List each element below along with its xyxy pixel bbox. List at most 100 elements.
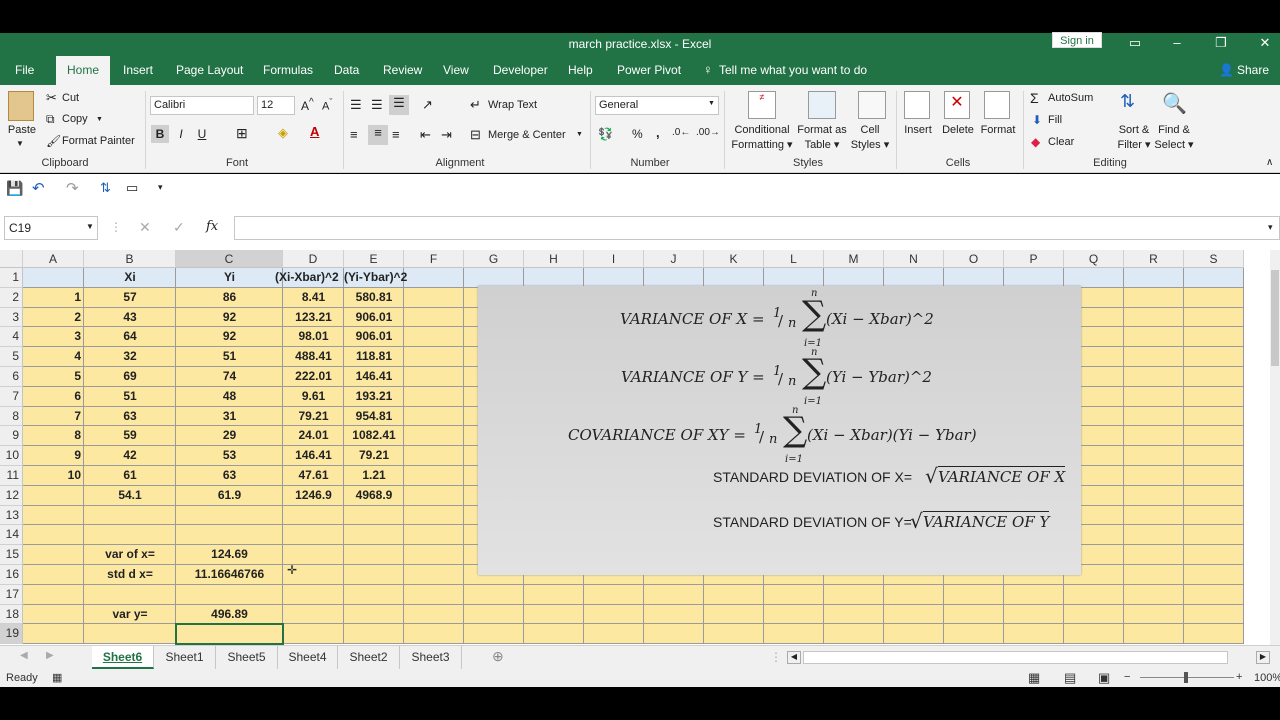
row-header[interactable]: 7 — [0, 386, 23, 407]
normal-view-icon[interactable]: ▦ — [1028, 670, 1040, 686]
tab-review[interactable]: Review — [376, 56, 429, 85]
cell[interactable] — [404, 327, 464, 348]
cell[interactable] — [23, 485, 84, 506]
cell-xi[interactable]: 59 — [84, 426, 176, 446]
increase-decimal-icon[interactable]: .0← — [672, 127, 690, 138]
cell-xi-dev-sq[interactable]: 222.01 — [283, 367, 344, 387]
copy-button[interactable]: Copy — [62, 113, 88, 125]
cell[interactable] — [1184, 505, 1244, 526]
cell[interactable] — [1124, 268, 1184, 288]
merge-dropdown-icon[interactable]: ▼ — [576, 131, 583, 138]
column-header[interactable]: G — [464, 250, 524, 268]
cell[interactable] — [404, 525, 464, 546]
cell[interactable] — [1184, 327, 1244, 348]
cell[interactable] — [344, 584, 404, 605]
cell[interactable] — [1124, 604, 1184, 625]
cell[interactable] — [1124, 287, 1184, 308]
cell[interactable] — [84, 584, 176, 605]
tab-file[interactable]: File — [8, 56, 41, 85]
cell[interactable] — [344, 565, 404, 585]
cell-yi-dev-sq[interactable]: 906.01 — [344, 308, 404, 328]
insert-cells-button[interactable]: Insert — [900, 123, 936, 138]
selected-cell[interactable] — [175, 623, 284, 645]
cell[interactable] — [404, 466, 464, 486]
cell[interactable] — [824, 584, 884, 605]
cell[interactable] — [944, 584, 1004, 605]
cell-yi-dev-sq[interactable]: 118.81 — [344, 347, 404, 367]
cell[interactable] — [404, 604, 464, 625]
cell-index[interactable]: 9 — [23, 446, 84, 466]
cell-yi-dev-sq[interactable]: 79.21 — [344, 446, 404, 466]
orientation-icon[interactable]: ↗ — [422, 97, 433, 113]
cell[interactable] — [1184, 268, 1244, 288]
cell-styles-button[interactable]: Cell Styles ▾ — [850, 123, 890, 153]
cell-yi[interactable]: 29 — [176, 426, 283, 446]
format-painter-icon[interactable]: 🖌 — [46, 134, 61, 148]
cell-xi-dev-sq[interactable]: 488.41 — [283, 347, 344, 367]
cell[interactable] — [344, 604, 404, 625]
cell[interactable] — [84, 505, 176, 526]
cell-index[interactable]: 2 — [23, 308, 84, 328]
format-painter-button[interactable]: Format Painter — [62, 135, 135, 147]
sheet-tab-sheet4[interactable]: Sheet4 — [278, 646, 338, 669]
cell-xi[interactable]: 42 — [84, 446, 176, 466]
cell[interactable] — [176, 525, 283, 546]
page-break-view-icon[interactable]: ▣ — [1098, 670, 1110, 686]
cell[interactable] — [1004, 584, 1064, 605]
cell[interactable] — [404, 565, 464, 585]
scroll-right-icon[interactable]: ▶ — [1256, 651, 1270, 664]
page-layout-view-icon[interactable]: ▤ — [1064, 670, 1076, 686]
cell-index[interactable]: 1 — [23, 288, 84, 308]
cell[interactable] — [1064, 604, 1124, 625]
cell[interactable] — [524, 604, 584, 625]
insert-cells-icon[interactable] — [904, 91, 930, 119]
vertical-scrollbar[interactable] — [1270, 250, 1280, 645]
tab-split-icon[interactable]: ⋮ — [770, 650, 782, 664]
align-bottom-icon[interactable]: ☰ — [389, 95, 409, 115]
copy-icon[interactable]: ⧉ — [46, 112, 55, 127]
sheet-next-icon[interactable]: ▶ — [46, 650, 54, 661]
cell[interactable] — [1184, 446, 1244, 466]
cell[interactable] — [524, 624, 584, 645]
tab-home[interactable]: Home — [56, 56, 110, 85]
cell[interactable] — [644, 584, 704, 605]
decrease-indent-icon[interactable]: ⇤ — [420, 127, 431, 143]
tab-insert[interactable]: Insert — [116, 56, 160, 85]
sign-in-button[interactable]: Sign in — [1052, 32, 1102, 48]
header-xi[interactable]: Xi — [84, 268, 176, 288]
cell[interactable] — [1124, 624, 1184, 645]
cell-xi[interactable]: 69 — [84, 367, 176, 387]
format-cells-button[interactable]: Format — [978, 123, 1018, 138]
cell[interactable] — [404, 347, 464, 367]
cell-yi[interactable]: 92 — [176, 327, 283, 347]
header-yi[interactable]: Yi — [176, 268, 283, 288]
cell[interactable] — [524, 584, 584, 605]
cell-yi[interactable]: 74 — [176, 367, 283, 387]
cell[interactable] — [404, 624, 464, 645]
header-yi-ybar-sq[interactable]: (Yi-Ybar)^2 — [344, 268, 407, 288]
cell[interactable] — [1184, 347, 1244, 367]
align-right-icon[interactable]: ≡ — [392, 127, 400, 142]
insert-function-icon[interactable]: fx — [206, 219, 218, 234]
cell-xi[interactable]: 63 — [84, 407, 176, 427]
row-header[interactable]: 19 — [0, 624, 23, 645]
cell-styles-icon[interactable] — [858, 91, 886, 119]
cell[interactable] — [1184, 307, 1244, 328]
expand-formula-icon[interactable]: ▾ — [1268, 222, 1273, 233]
accounting-format-icon[interactable]: 💱 — [598, 127, 613, 141]
zoom-level[interactable]: 100% — [1254, 672, 1280, 684]
sheet-tab-sheet2[interactable]: Sheet2 — [338, 646, 400, 669]
cell[interactable] — [464, 584, 524, 605]
row-header[interactable]: 18 — [0, 604, 23, 625]
tab-developer[interactable]: Developer — [486, 56, 555, 85]
vertical-scroll-thumb[interactable] — [1271, 270, 1279, 366]
row-header[interactable]: 14 — [0, 525, 23, 546]
cell-xi-dev-sq[interactable]: 146.41 — [283, 446, 344, 466]
form-icon[interactable]: ▭ — [126, 180, 138, 196]
column-header[interactable]: H — [524, 250, 584, 268]
cell-yi-dev-sq[interactable]: 193.21 — [344, 387, 404, 407]
sort-filter-button[interactable]: Sort & Filter ▾ — [1112, 123, 1156, 153]
cell[interactable] — [404, 367, 464, 387]
cell-index[interactable]: 5 — [23, 367, 84, 387]
cell-xi-dev-sq[interactable]: 47.61 — [283, 466, 344, 486]
